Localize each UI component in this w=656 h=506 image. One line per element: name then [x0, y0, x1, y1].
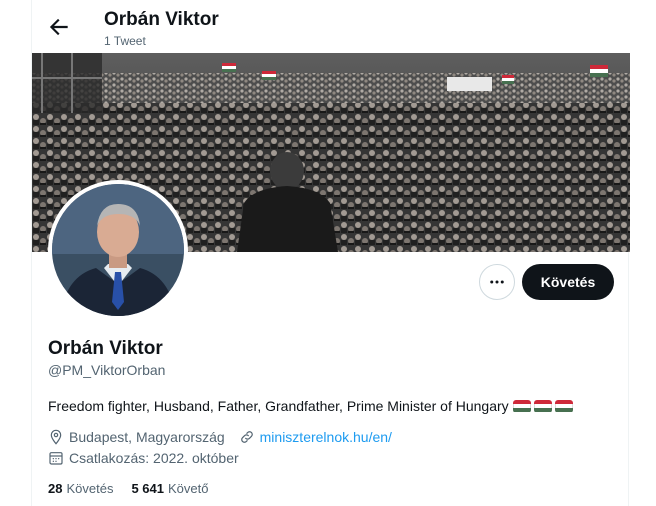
top-bar: Orbán Viktor 1 Tweet	[32, 0, 630, 53]
profile-joined-date: Csatlakozás: 2022. október	[69, 450, 239, 466]
followers-count: 5 641	[131, 481, 164, 496]
profile-meta-row: Budapest, Magyarország miniszterelnok.hu…	[48, 429, 392, 445]
profile-website-link[interactable]: miniszterelnok.hu/en/	[260, 429, 392, 445]
avatar-photo	[52, 184, 184, 316]
tweet-count: 1 Tweet	[104, 34, 146, 48]
bio-text: Freedom fighter, Husband, Father, Grandf…	[48, 398, 509, 414]
follow-button[interactable]: Követés	[522, 264, 614, 300]
profile-display-name: Orbán Viktor	[48, 338, 163, 359]
followers-link[interactable]: 5 641 Követő	[131, 481, 208, 496]
hungary-flag-icon	[554, 399, 573, 413]
back-arrow-icon[interactable]	[46, 14, 72, 40]
location-pin-icon	[50, 429, 62, 445]
calendar-icon	[49, 452, 63, 465]
following-label: Követés	[66, 481, 114, 496]
hungary-flag-icon	[533, 399, 552, 413]
header-title: Orbán Viktor	[104, 9, 219, 30]
profile-avatar[interactable]	[48, 180, 188, 320]
link-icon	[240, 431, 253, 443]
more-options-button[interactable]	[479, 264, 515, 300]
profile-column: Orbán Viktor 1 Tweet Követés Orbán Vikto…	[31, 0, 630, 506]
profile-location: Budapest, Magyarország	[69, 429, 225, 445]
following-count: 28	[48, 481, 63, 496]
follow-stats: 28 Követés 5 641 Követő	[48, 481, 208, 496]
more-icon	[490, 280, 504, 284]
bio-flags	[512, 399, 573, 413]
profile-handle: @PM_ViktorOrban	[48, 362, 166, 378]
followers-label: Követő	[168, 481, 209, 496]
following-link[interactable]: 28 Követés	[48, 481, 113, 496]
profile-bio: Freedom fighter, Husband, Father, Grandf…	[48, 398, 573, 414]
profile-joined-row: Csatlakozás: 2022. október	[48, 450, 239, 466]
hungary-flag-icon	[512, 399, 531, 413]
